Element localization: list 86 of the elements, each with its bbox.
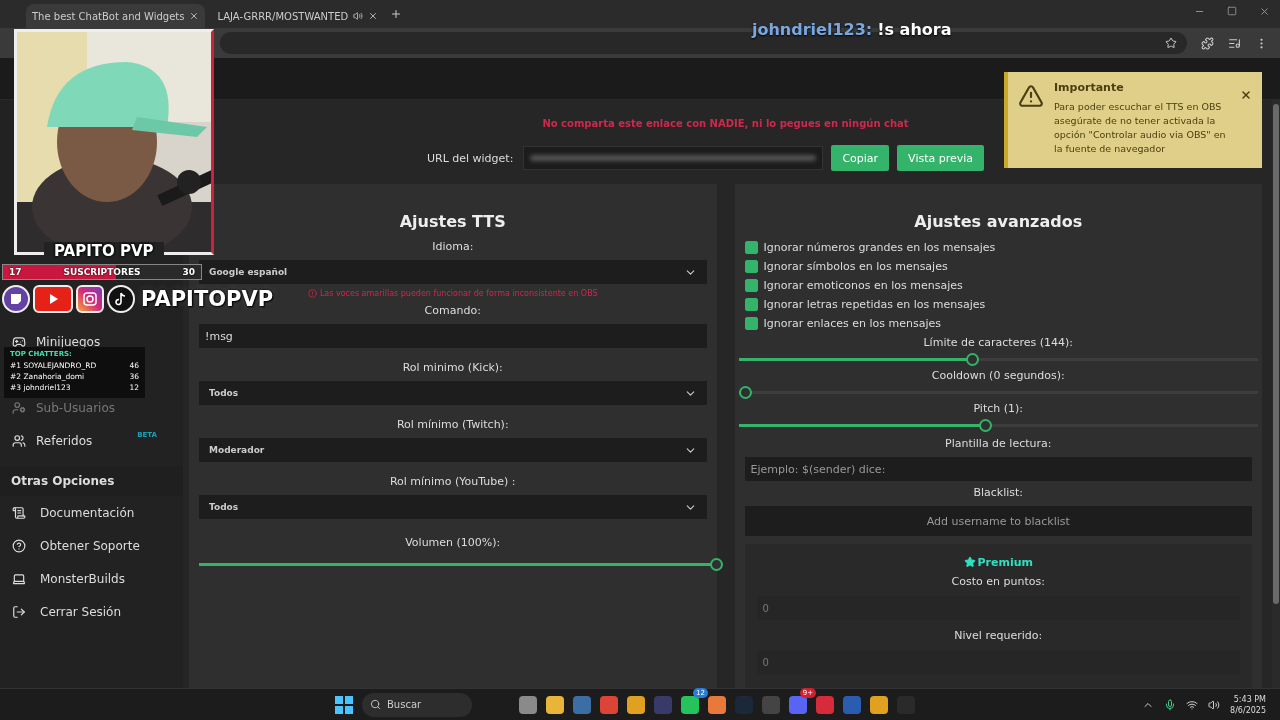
speaker-icon [353, 11, 364, 21]
alert-icon [307, 288, 317, 298]
nav-icon [12, 505, 26, 520]
slider-thumb[interactable] [738, 386, 752, 399]
chat-username: johndriel123: [752, 20, 873, 39]
field-label: Volumen (100%): [404, 535, 502, 551]
nav-icon [12, 334, 26, 349]
text-field[interactable]: !msg [199, 324, 707, 348]
field-label: Rol minimo (Kick): [401, 360, 504, 376]
star-icon [963, 556, 976, 568]
play-icon [33, 285, 73, 313]
field-label: Rol mínimo (Twitch): [395, 417, 510, 433]
camera-icon [76, 285, 104, 313]
close-icon[interactable] [1240, 89, 1252, 101]
url-field[interactable] [523, 146, 824, 170]
warning-text: No comparta este enlace con NADIE, ni lo pegues en ningún chat [542, 118, 909, 129]
microphone-icon[interactable] [1164, 698, 1177, 711]
field-label: Pitch (1): [972, 401, 1025, 417]
nav-icon [12, 538, 26, 553]
channel-handle: PAPITOPVP [141, 287, 274, 311]
text-field[interactable]: Add username to blacklist [744, 506, 1252, 536]
slider-thumb[interactable] [966, 353, 980, 366]
nav-icon [12, 400, 26, 415]
extension-icon[interactable] [1201, 36, 1214, 50]
field-label: Rol mínimo (YouTube) : [388, 474, 517, 490]
maximize-icon[interactable] [1227, 6, 1237, 16]
new-tab-icon[interactable] [390, 8, 403, 20]
sidebar-link[interactable]: Referidos [0, 433, 93, 448]
star-icon[interactable] [1165, 37, 1177, 49]
checkbox-label: Ignorar emoticonos en los mensajes [763, 279, 963, 292]
checkbox-label: Ignorar letras repetidas en los mensajes [763, 298, 986, 311]
premium-title: Premium [977, 555, 1033, 569]
select-field[interactable]: Todos [199, 495, 707, 519]
sidebar-link[interactable]: Obtener Soporte [0, 538, 140, 553]
select-field[interactable]: Google español [199, 260, 707, 284]
field-label: Costo en puntos: [950, 574, 1046, 590]
nav-icon [12, 571, 26, 586]
select-field[interactable]: Todos [199, 381, 707, 405]
scrollbar[interactable] [1272, 100, 1280, 688]
field-label: Blacklist: [972, 485, 1025, 501]
slider-thumb[interactable] [709, 558, 723, 571]
slider-thumb[interactable] [979, 419, 993, 432]
checkbox[interactable] [744, 298, 758, 311]
field-label: Plantilla de lectura: [944, 436, 1053, 452]
close-icon[interactable] [368, 11, 379, 21]
warning-text: Las voces amarillas pueden funcionar de forma inconsistente en OBS [319, 288, 598, 298]
select-field[interactable]: Moderador [199, 438, 707, 462]
field-label: Idioma: [431, 239, 475, 255]
field-label: Límite de caracteres (144): [922, 335, 1074, 351]
checkbox-label: Ignorar números grandes en los mensajes [763, 241, 996, 254]
clock[interactable]: 5:43 PM 8/6/2025 [1230, 694, 1266, 715]
sidebar-link[interactable]: Minijuegos [0, 334, 101, 349]
close-icon[interactable] [189, 11, 200, 21]
sidebar-link[interactable]: MonsterBuilds [0, 571, 125, 586]
goal-target: 30 [182, 267, 195, 277]
nav-icon [12, 433, 26, 448]
windows-icon[interactable] [335, 695, 353, 714]
field-label: Nivel requerido: [953, 628, 1044, 644]
field-label: Comando: [423, 303, 482, 319]
nav-icon [12, 604, 26, 619]
field-label: URL del widget: [426, 151, 514, 165]
browser-tab[interactable]: LAJA-GRRR/MOSTWANTED [211, 4, 385, 28]
checkbox[interactable] [744, 260, 758, 273]
chat-message: !s ahora [877, 20, 952, 39]
checkbox-label: Ignorar símbolos en los mensajes [763, 260, 948, 273]
checkbox-label: Ignorar enlaces en los mensajes [763, 317, 942, 330]
browser-tab[interactable]: The best ChatBot and Widgets [26, 4, 206, 28]
speaker-icon[interactable] [1208, 698, 1221, 711]
media-icon[interactable] [1228, 36, 1241, 50]
search-icon [370, 699, 381, 710]
search-field[interactable]: Buscar [362, 692, 472, 717]
field-label: Cooldown (0 segundos): [930, 368, 1066, 384]
sidebar-link[interactable]: Cerrar Sesión [0, 604, 122, 619]
close-icon[interactable] [1259, 6, 1270, 17]
panel-title: Ajustes TTS [398, 212, 507, 233]
warning-icon [1018, 83, 1044, 109]
goal-current: 17 [9, 267, 22, 277]
toast-title: Importante [1054, 81, 1125, 94]
checkbox[interactable] [744, 241, 758, 254]
sidebar-link[interactable]: Documentación [0, 505, 135, 520]
checkbox[interactable] [744, 317, 758, 330]
checkbox[interactable] [744, 279, 758, 292]
toast-message: Para poder escuchar el TTS en OBS asegúrate de no tener activada la opción "Controlar audio via OBS" en la fuente de navegador [1054, 100, 1227, 156]
network-icon[interactable] [1186, 698, 1199, 711]
panel-title: Ajustes avanzados [913, 212, 1084, 233]
text-field[interactable]: Ejemplo: $(sender) dice: [744, 457, 1252, 481]
